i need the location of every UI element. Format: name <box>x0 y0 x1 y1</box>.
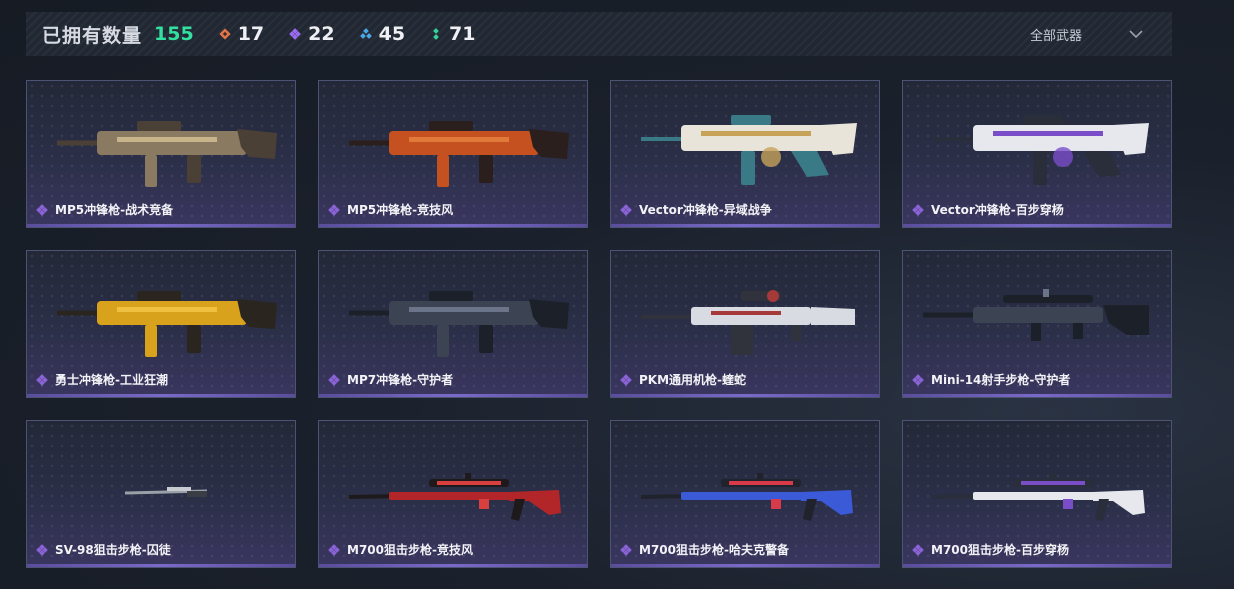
weapon-name: MP7冲锋枪-守护者 <box>347 373 454 387</box>
weapon-name-row: PKM通用机枪-蝰蛇 <box>619 371 746 388</box>
weapon-card[interactable]: 勇士冲锋枪-工业狂潮 <box>26 250 296 398</box>
weapon-name: MP5冲锋枪-战术竞备 <box>55 203 174 217</box>
stat-orange-quality: 17 <box>218 23 264 45</box>
weapon-name: Vector冲锋枪-百步穿杨 <box>931 203 1064 217</box>
weapon-filter-label: 全部武器 <box>1029 28 1082 44</box>
weapon-image <box>349 121 569 187</box>
purple-quality-icon <box>912 543 924 556</box>
purple-quality-icon <box>36 373 48 386</box>
purple-quality-icon <box>36 543 48 556</box>
stat-purple-value: 22 <box>308 23 335 45</box>
weapon-name: SV-98狙击步枪-囚徒 <box>55 543 171 557</box>
weapon-name-row: Vector冲锋枪-异域战争 <box>619 201 772 218</box>
owned-count-label: 已拥有数量 <box>42 24 143 47</box>
chevron-down-icon <box>1129 30 1143 39</box>
weapon-image <box>640 473 853 521</box>
weapon-card[interactable]: M700狙击步枪-竞技风 <box>318 420 588 568</box>
weapon-name-row: MP5冲锋枪-战术竞备 <box>35 201 173 218</box>
weapon-name-row: M700狙击步枪-哈夫克警备 <box>619 541 789 558</box>
weapon-image <box>641 290 855 355</box>
weapon-card[interactable]: M700狙击步枪-百步穿杨 <box>902 420 1172 568</box>
weapon-grid: MP5冲锋枪-战术竞备 MP5冲锋枪-竞技风 Vector冲锋枪-异域战争 Ve… <box>26 80 1172 568</box>
purple-quality-icon <box>328 373 340 386</box>
weapon-filter-dropdown[interactable]: 全部武器 <box>1030 12 1144 56</box>
weapon-name: 勇士冲锋枪-工业狂潮 <box>55 373 168 387</box>
weapon-name: PKM通用机枪-蝰蛇 <box>639 373 747 387</box>
weapon-card[interactable]: Mini-14射手步枪-守护者 <box>902 250 1172 398</box>
weapon-card[interactable]: PKM通用机枪-蝰蛇 <box>610 250 880 398</box>
weapon-image <box>932 473 1145 521</box>
weapon-card[interactable]: Vector冲锋枪-百步穿杨 <box>902 80 1172 228</box>
weapon-name: MP5冲锋枪-竞技风 <box>347 203 454 217</box>
inventory-header: 已拥有数量 155 17 22 45 71 全部武器 <box>26 12 1172 56</box>
weapon-name-row: Vector冲锋枪-百步穿杨 <box>911 201 1064 218</box>
stat-orange-value: 17 <box>237 23 265 45</box>
weapon-name-row: M700狙击步枪-竞技风 <box>327 541 473 558</box>
weapon-name-row: MP5冲锋枪-竞技风 <box>327 201 453 218</box>
stat-green-value: 71 <box>449 23 476 45</box>
weapon-card[interactable]: MP5冲锋枪-战术竞备 <box>26 80 296 228</box>
stat-blue-value: 45 <box>378 23 406 45</box>
weapon-image <box>933 115 1149 185</box>
weapon-card[interactable]: M700狙击步枪-哈夫克警备 <box>610 420 880 568</box>
weapon-image <box>348 473 561 521</box>
weapon-card[interactable]: MP5冲锋枪-竞技风 <box>318 80 588 228</box>
weapon-name-row: 勇士冲锋枪-工业狂潮 <box>35 371 168 388</box>
weapon-card[interactable]: MP7冲锋枪-守护者 <box>318 250 588 398</box>
green-dots-icon <box>433 28 439 40</box>
purple-quality-icon <box>912 203 924 216</box>
weapon-name-row: MP7冲锋枪-守护者 <box>327 371 453 388</box>
weapon-image <box>124 487 208 497</box>
purple-diamond-icon <box>289 28 301 40</box>
weapon-name: M700狙击步枪-哈夫克警备 <box>639 543 789 557</box>
weapon-name: M700狙击步枪-竞技风 <box>347 543 473 557</box>
blue-diamond-icon <box>359 28 372 39</box>
weapon-name: M700狙击步枪-百步穿杨 <box>931 543 1069 557</box>
owned-count-value: 155 <box>154 23 194 45</box>
purple-quality-icon <box>912 373 924 386</box>
weapon-image <box>57 121 277 187</box>
weapon-name: Vector冲锋枪-异域战争 <box>639 203 772 217</box>
weapon-image <box>641 115 857 185</box>
stat-blue-quality: 45 <box>359 23 405 45</box>
purple-quality-icon <box>36 203 48 216</box>
weapon-card[interactable]: SV-98狙击步枪-囚徒 <box>26 420 296 568</box>
weapon-image <box>57 291 277 357</box>
purple-quality-icon <box>620 373 632 386</box>
weapon-image <box>349 291 569 357</box>
purple-quality-icon <box>620 543 632 556</box>
weapon-name: Mini-14射手步枪-守护者 <box>931 373 1071 387</box>
purple-quality-icon <box>328 543 340 556</box>
purple-quality-icon <box>328 203 340 216</box>
orange-diamond-icon <box>219 28 231 40</box>
weapon-name-row: M700狙击步枪-百步穿杨 <box>911 541 1069 558</box>
weapon-name-row: Mini-14射手步枪-守护者 <box>911 371 1070 388</box>
weapon-name-row: SV-98狙击步枪-囚徒 <box>35 541 171 558</box>
weapon-card[interactable]: Vector冲锋枪-异域战争 <box>610 80 880 228</box>
stat-green-quality: 71 <box>429 23 476 45</box>
weapon-image <box>923 289 1149 341</box>
stat-purple-quality: 22 <box>288 23 335 45</box>
purple-quality-icon <box>620 203 632 216</box>
